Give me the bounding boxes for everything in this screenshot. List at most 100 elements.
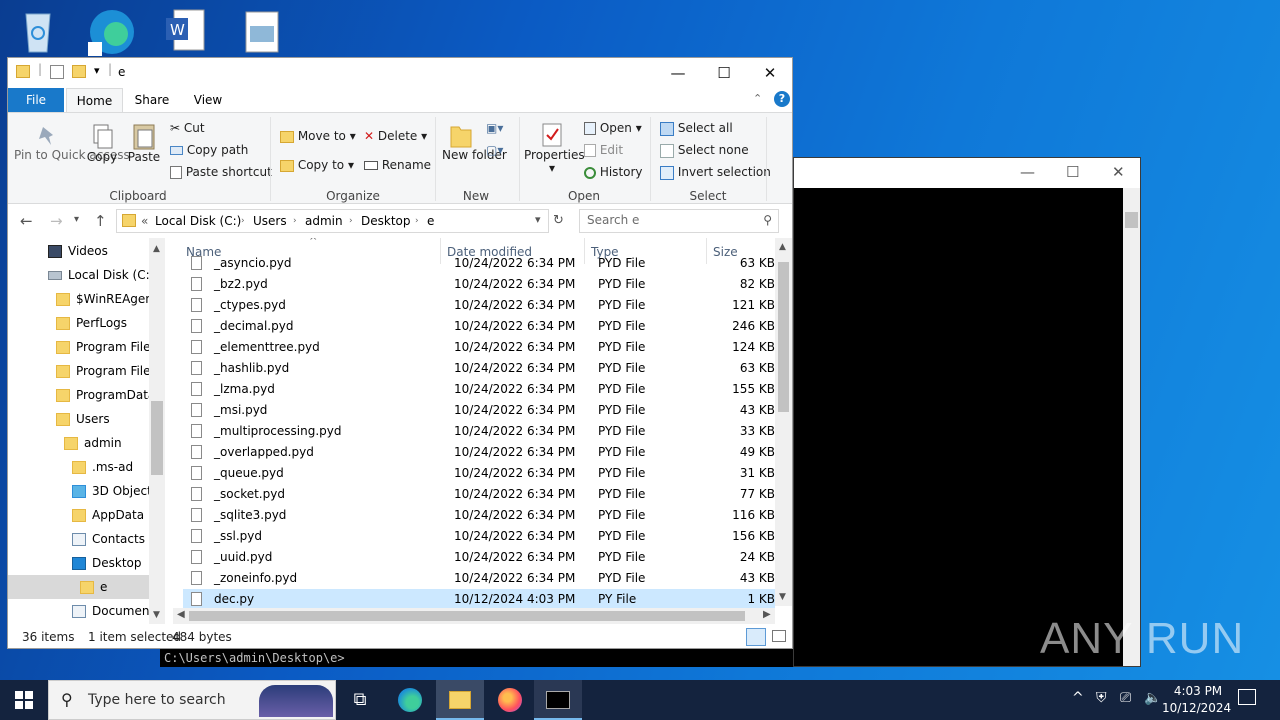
network-icon[interactable]: ⎚ bbox=[1120, 690, 1131, 706]
word-document-icon[interactable]: W bbox=[162, 6, 210, 58]
file-explorer-taskbar-icon[interactable] bbox=[436, 680, 484, 720]
table-row[interactable]: _uuid.pyd 10/24/2022 6:34 PM PYD File 24 KB bbox=[183, 547, 775, 568]
table-row[interactable]: _multiprocessing.pyd 10/24/2022 6:34 PM PY… bbox=[183, 421, 775, 442]
minimize-icon[interactable]: — bbox=[1020, 163, 1035, 181]
address-dropdown-icon[interactable]: ▾ bbox=[535, 213, 541, 226]
nav-item[interactable]: ProgramData bbox=[8, 383, 155, 407]
move-to-button[interactable]: Move to ▾ bbox=[280, 129, 356, 143]
new-item-icon[interactable]: ▣▾ bbox=[486, 121, 503, 135]
customize-toolbar-icon[interactable]: ▾ bbox=[94, 64, 100, 77]
table-row[interactable]: _ctypes.pyd 10/24/2022 6:34 PM PYD File 121… bbox=[183, 295, 775, 316]
rename-button[interactable]: Rename bbox=[364, 158, 431, 172]
open-button[interactable]: Open ▾ bbox=[584, 121, 642, 135]
tab-view[interactable]: View bbox=[182, 88, 234, 112]
easy-access-icon[interactable]: ▢▾ bbox=[486, 143, 503, 157]
nav-item[interactable]: Contacts bbox=[8, 527, 149, 551]
nav-item[interactable]: 3D Objects bbox=[8, 479, 158, 503]
taskbar-search-box[interactable]: ⚲ Type here to search bbox=[48, 680, 336, 720]
list-hscrollbar[interactable]: ◀ ▶ bbox=[173, 608, 775, 624]
table-row[interactable]: _queue.pyd 10/24/2022 6:34 PM PYD File 31 K… bbox=[183, 463, 775, 484]
close-icon[interactable]: ✕ bbox=[1112, 163, 1125, 181]
refresh-icon[interactable]: ↻ bbox=[553, 213, 564, 228]
forward-icon[interactable]: → bbox=[50, 212, 63, 230]
select-all-button[interactable]: Select all bbox=[660, 121, 733, 136]
back-icon[interactable]: ← bbox=[20, 212, 33, 230]
table-row[interactable]: _zoneinfo.pyd 10/24/2022 6:34 PM PYD File 4… bbox=[183, 568, 775, 589]
image-file-icon[interactable] bbox=[238, 6, 286, 58]
properties-button[interactable]: Properties ▾ bbox=[524, 121, 585, 175]
nav-item[interactable]: Program Files bbox=[8, 335, 157, 359]
nav-item[interactable]: Desktop bbox=[8, 551, 149, 575]
file-list[interactable]: ^ Name Date modified Type Size _asyncio.… bbox=[173, 238, 775, 624]
properties-quick-icon[interactable] bbox=[50, 65, 64, 79]
table-row[interactable]: _elementtree.pyd 10/24/2022 6:34 PM PYD Fi… bbox=[183, 337, 775, 358]
nav-item[interactable]: Documents bbox=[8, 599, 160, 623]
firefox-taskbar-icon[interactable] bbox=[486, 680, 534, 720]
paste-shortcut-button[interactable]: Paste shortcut bbox=[170, 165, 272, 179]
breadcrumb-e[interactable]: e bbox=[427, 214, 434, 228]
cut-button[interactable]: ✂ Cut bbox=[170, 121, 205, 135]
ribbon-collapse-icon[interactable]: ⌃ bbox=[753, 92, 762, 105]
nav-item[interactable]: PerfLogs bbox=[8, 311, 149, 335]
delete-button[interactable]: ✕ Delete ▾ bbox=[364, 129, 427, 143]
maximize-button[interactable]: ☐ bbox=[701, 58, 747, 88]
start-button[interactable] bbox=[0, 680, 48, 720]
nav-scrollbar[interactable]: ▲ ▼ bbox=[149, 238, 165, 624]
table-row[interactable]: _asyncio.pyd 10/24/2022 6:34 PM PYD File 63… bbox=[183, 253, 775, 274]
edit-button[interactable]: Edit bbox=[584, 143, 623, 157]
history-button[interactable]: History bbox=[584, 165, 643, 179]
table-row[interactable]: dec.py 10/12/2024 4:03 PM PY File 1 KB bbox=[183, 589, 775, 610]
clock-date[interactable]: 10/12/2024 bbox=[1162, 701, 1231, 715]
security-icon[interactable]: ⛨ bbox=[1096, 690, 1107, 706]
pin-quick-access-button[interactable]: Pin to Quick access bbox=[14, 123, 130, 162]
table-row[interactable]: _sqlite3.pyd 10/24/2022 6:34 PM PYD File 11… bbox=[183, 505, 775, 526]
minimize-button[interactable]: — bbox=[655, 58, 701, 88]
cmd-taskbar-icon[interactable] bbox=[534, 680, 582, 720]
details-view-icon[interactable] bbox=[746, 628, 766, 646]
nav-item[interactable]: Videos bbox=[8, 239, 149, 263]
up-icon[interactable]: ↑ bbox=[94, 212, 107, 230]
show-hidden-icons-icon[interactable]: ^ bbox=[1072, 690, 1084, 706]
clock-time[interactable]: 4:03 PM bbox=[1166, 684, 1230, 698]
breadcrumb-desktop[interactable]: Desktop bbox=[361, 214, 411, 228]
table-row[interactable]: _socket.pyd 10/24/2022 6:34 PM PYD File 77 … bbox=[183, 484, 775, 505]
copy-button[interactable]: Copy bbox=[86, 123, 118, 164]
recycle-bin-icon[interactable] bbox=[14, 6, 62, 58]
maximize-icon[interactable]: ☐ bbox=[1066, 163, 1079, 181]
nav-item[interactable]: Local Disk (C:) bbox=[8, 263, 154, 287]
invert-selection-button[interactable]: Invert selection bbox=[660, 165, 771, 180]
paste-button[interactable]: Paste bbox=[126, 121, 162, 164]
table-row[interactable]: _ssl.pyd 10/24/2022 6:34 PM PYD File 156 KB bbox=[183, 526, 775, 547]
volume-icon[interactable]: 🔈 bbox=[1144, 690, 1161, 706]
help-icon[interactable]: ? bbox=[774, 91, 790, 107]
select-none-button[interactable]: Select none bbox=[660, 143, 749, 158]
breadcrumb-admin[interactable]: admin bbox=[305, 214, 343, 228]
table-row[interactable]: _lzma.pyd 10/24/2022 6:34 PM PYD File 155 K… bbox=[183, 379, 775, 400]
list-scrollbar[interactable]: ▲ ▼ bbox=[775, 238, 792, 606]
console-window[interactable]: — ☐ ✕ bbox=[793, 157, 1141, 667]
navigation-pane[interactable]: Videos Local Disk (C:) $WinREAgent PerfLogs… bbox=[8, 238, 165, 624]
console-scrollbar[interactable] bbox=[1123, 188, 1140, 666]
table-row[interactable]: _msi.pyd 10/24/2022 6:34 PM PYD File 43 KB bbox=[183, 400, 775, 421]
edge-taskbar-icon[interactable] bbox=[386, 680, 434, 720]
breadcrumb-users[interactable]: Users bbox=[253, 214, 287, 228]
nav-item[interactable]: Program Files bbox=[8, 359, 157, 383]
large-icons-view-icon[interactable] bbox=[772, 630, 786, 642]
nav-item[interactable]: e bbox=[8, 575, 149, 599]
table-row[interactable]: _hashlib.pyd 10/24/2022 6:34 PM PYD File 63… bbox=[183, 358, 775, 379]
table-row[interactable]: _overlapped.pyd 10/24/2022 6:34 PM PYD Fil… bbox=[183, 442, 775, 463]
table-row[interactable]: _bz2.pyd 10/24/2022 6:34 PM PYD File 82 KB bbox=[183, 274, 775, 295]
tab-home[interactable]: Home bbox=[66, 88, 123, 112]
notification-icon[interactable] bbox=[1238, 689, 1256, 705]
task-view-icon[interactable]: ⧉ bbox=[336, 680, 384, 720]
nav-item[interactable]: Users bbox=[8, 407, 149, 431]
copy-path-button[interactable]: Copy path bbox=[170, 143, 248, 157]
close-button[interactable]: ✕ bbox=[747, 58, 793, 88]
nav-item[interactable]: admin bbox=[8, 431, 149, 455]
new-folder-quick-icon[interactable] bbox=[72, 65, 86, 78]
recent-locations-icon[interactable]: ▾ bbox=[74, 214, 79, 225]
breadcrumb-local-disk[interactable]: Local Disk (C:) bbox=[155, 214, 241, 228]
edge-desktop-icon[interactable] bbox=[86, 6, 134, 58]
table-row[interactable]: _decimal.pyd 10/24/2022 6:34 PM PYD File 24… bbox=[183, 316, 775, 337]
copy-to-button[interactable]: Copy to ▾ bbox=[280, 158, 354, 172]
